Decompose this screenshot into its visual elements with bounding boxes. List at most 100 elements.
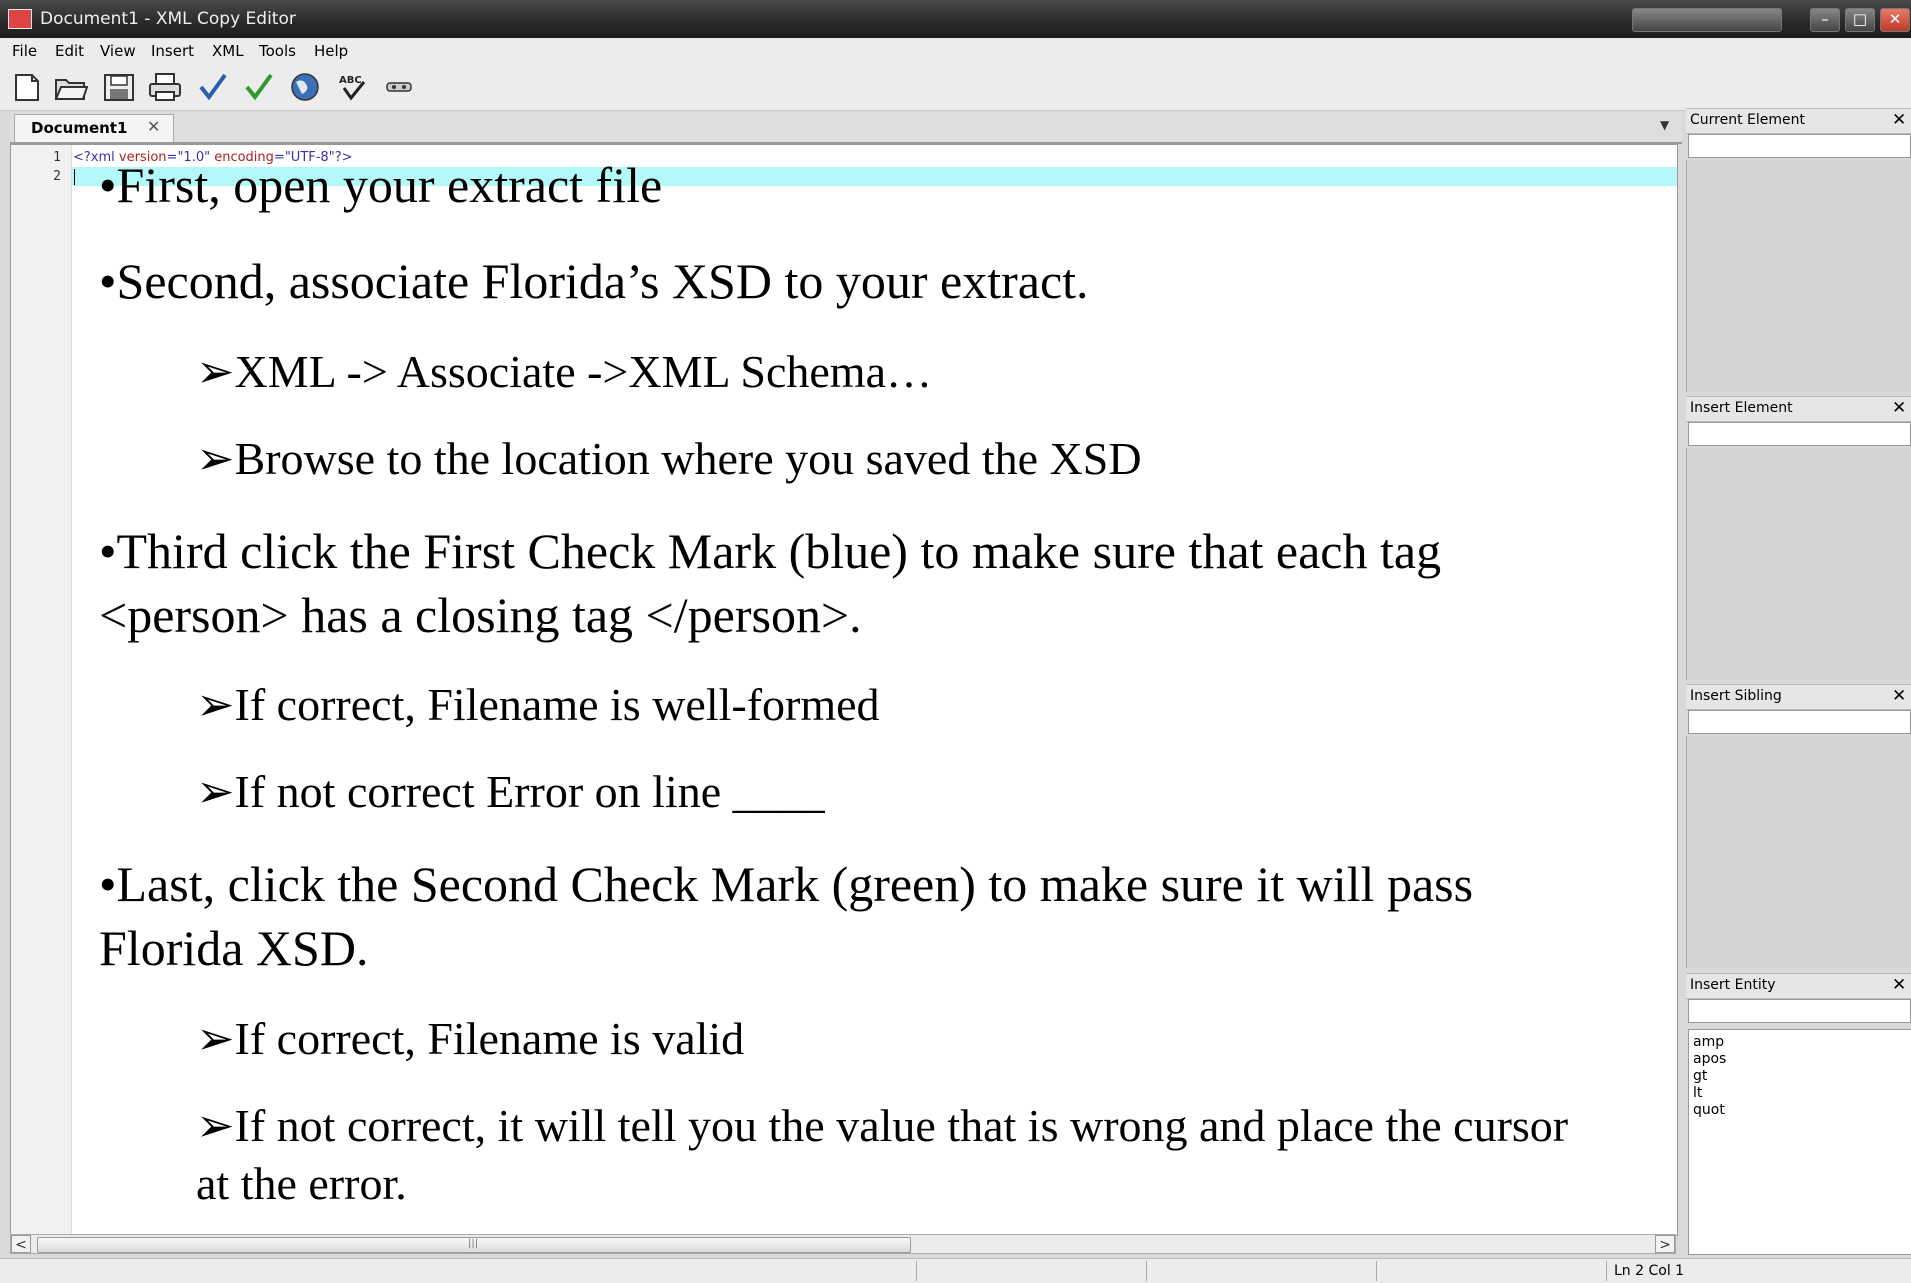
sub-bullet-well-formed: ➢If correct, Filename is well-formed: [196, 679, 880, 730]
bullet-third-line2: <person> has a closing tag </person>.: [99, 587, 862, 643]
chevron-down-icon: ▼: [1660, 118, 1670, 132]
line-number: 1: [53, 150, 61, 165]
close-panel-icon[interactable]: ✕: [1892, 975, 1906, 995]
browser-button[interactable]: [288, 72, 322, 102]
close-window-button[interactable]: ✕: [1880, 8, 1910, 32]
save-button[interactable]: [102, 72, 136, 102]
blue-check-icon: [199, 73, 227, 101]
maximize-icon: □: [1852, 10, 1868, 28]
status-bar: Ln 2 Col 1: [0, 1258, 1911, 1283]
status-divider: [916, 1261, 917, 1281]
print-button[interactable]: [148, 72, 182, 102]
panel-header: Current Element ✕: [1686, 108, 1911, 134]
sub-bullet-not-correct-line1: ➢If not correct, it will tell you the va…: [196, 1100, 1569, 1151]
entity-item[interactable]: amp: [1693, 1034, 1724, 1050]
scrollbar-thumb[interactable]: |||: [37, 1237, 911, 1253]
insert-entity-filter[interactable]: [1688, 999, 1911, 1023]
entity-item[interactable]: lt: [1693, 1085, 1702, 1101]
tag-icon: [386, 82, 412, 92]
menu-tools[interactable]: Tools: [259, 42, 296, 60]
panel-title: Current Element: [1690, 112, 1805, 128]
panel-header: Insert Entity ✕: [1686, 973, 1911, 999]
status-divider: [1146, 1261, 1147, 1281]
document-tab-strip: Document1 ✕ ▼: [10, 112, 1682, 144]
entity-item[interactable]: quot: [1693, 1102, 1725, 1118]
tab-label: Document1: [31, 119, 128, 137]
panel-header: Insert Element ✕: [1686, 396, 1911, 422]
xml-editor[interactable]: 1 2 <?xml version="1.0" encoding="UTF-8"…: [10, 144, 1678, 1236]
line-number: 2: [53, 169, 61, 184]
entity-item[interactable]: apos: [1693, 1051, 1726, 1067]
globe-icon: [291, 73, 319, 101]
status-divider: [1376, 1261, 1377, 1281]
menu-xml[interactable]: XML: [212, 42, 244, 60]
minimize-icon: –: [1821, 10, 1829, 28]
menu-insert[interactable]: Insert: [151, 42, 194, 60]
svg-text:ABC: ABC: [339, 75, 362, 86]
open-folder-icon: [54, 79, 89, 100]
status-divider: [1606, 1261, 1607, 1281]
panel-insert-sibling: Insert Sibling ✕: [1686, 684, 1911, 968]
scroll-right-icon[interactable]: >: [1655, 1235, 1675, 1253]
sub-bullet-valid: ➢If correct, Filename is valid: [196, 1013, 745, 1064]
open-button[interactable]: [54, 72, 89, 102]
bullet-last-line1: •Last, click the Second Check Mark (gree…: [99, 856, 1474, 912]
insert-element-filter[interactable]: [1688, 422, 1911, 446]
maximize-button[interactable]: □: [1845, 8, 1875, 32]
sub-bullet-not-correct-line2: at the error.: [196, 1158, 407, 1209]
system-tray-icons[interactable]: [1632, 8, 1782, 32]
panel-title: Insert Element: [1690, 400, 1793, 416]
insert-sibling-filter[interactable]: [1688, 710, 1911, 734]
minimize-button[interactable]: –: [1810, 8, 1840, 32]
menu-file[interactable]: File: [12, 42, 37, 60]
bullet-third-line1: •Third click the First Check Mark (blue)…: [99, 523, 1442, 579]
toolbar: ABC: [0, 64, 1911, 111]
close-panel-icon[interactable]: ✕: [1892, 110, 1906, 130]
tab-list-dropdown[interactable]: ▼: [1660, 118, 1674, 132]
menu-help[interactable]: Help: [314, 42, 348, 60]
horizontal-scrollbar[interactable]: < ||| >: [10, 1234, 1676, 1254]
panel-header: Insert Sibling ✕: [1686, 684, 1911, 710]
close-panel-icon[interactable]: ✕: [1892, 398, 1906, 418]
validate-button[interactable]: [242, 72, 276, 102]
green-check-icon: [245, 73, 273, 101]
close-tab-icon[interactable]: ✕: [147, 117, 160, 136]
menu-view[interactable]: View: [100, 42, 136, 60]
bullet-first: •First, open your extract file: [99, 157, 663, 213]
panel-body: [1686, 160, 1911, 392]
bullet-second: •Second, associate Florida’s XSD to your…: [99, 253, 1089, 309]
tab-document1[interactable]: Document1 ✕: [14, 114, 174, 142]
spell-check-icon: ABC: [339, 75, 366, 101]
panel-current-element: Current Element ✕: [1686, 108, 1911, 392]
save-icon: [104, 74, 134, 101]
scroll-left-icon[interactable]: <: [11, 1235, 31, 1253]
print-icon: [149, 73, 181, 101]
menu-edit[interactable]: Edit: [55, 42, 84, 60]
tag-mode-button[interactable]: [384, 72, 418, 102]
close-panel-icon[interactable]: ✕: [1892, 686, 1906, 706]
close-icon: ✕: [1888, 10, 1902, 28]
title-bar: Document1 - XML Copy Editor – □ ✕: [0, 0, 1911, 38]
sub-bullet-error-line: ➢If not correct Error on line ____: [196, 766, 825, 817]
sub-bullet-xml-associate: ➢XML -> Associate ->XML Schema…: [196, 346, 932, 397]
line-number-gutter: 1 2: [11, 145, 72, 1235]
check-well-formed-button[interactable]: [196, 72, 230, 102]
current-element-field[interactable]: [1688, 134, 1911, 158]
menu-bar: File Edit View Insert XML Tools Help: [0, 38, 1911, 65]
panel-body: [1686, 736, 1911, 968]
panel-body: [1686, 448, 1911, 680]
panel-insert-entity: Insert Entity ✕ amp apos gt lt quot: [1686, 973, 1911, 1256]
new-document-icon: [15, 74, 39, 101]
sub-bullet-browse: ➢Browse to the location where you saved …: [196, 433, 1142, 484]
cursor-position: Ln 2 Col 1: [1614, 1263, 1685, 1279]
panel-title: Insert Entity: [1690, 977, 1776, 993]
panel-insert-element: Insert Element ✕: [1686, 396, 1911, 680]
entity-list: amp apos gt lt quot: [1688, 1029, 1911, 1255]
new-document-button[interactable]: [10, 72, 44, 102]
panel-title: Insert Sibling: [1690, 688, 1782, 704]
text-cursor: [74, 169, 75, 185]
app-icon: [8, 9, 32, 29]
entity-item[interactable]: gt: [1693, 1068, 1707, 1084]
spell-check-button[interactable]: ABC: [336, 72, 370, 102]
window-title: Document1 - XML Copy Editor: [40, 9, 296, 29]
